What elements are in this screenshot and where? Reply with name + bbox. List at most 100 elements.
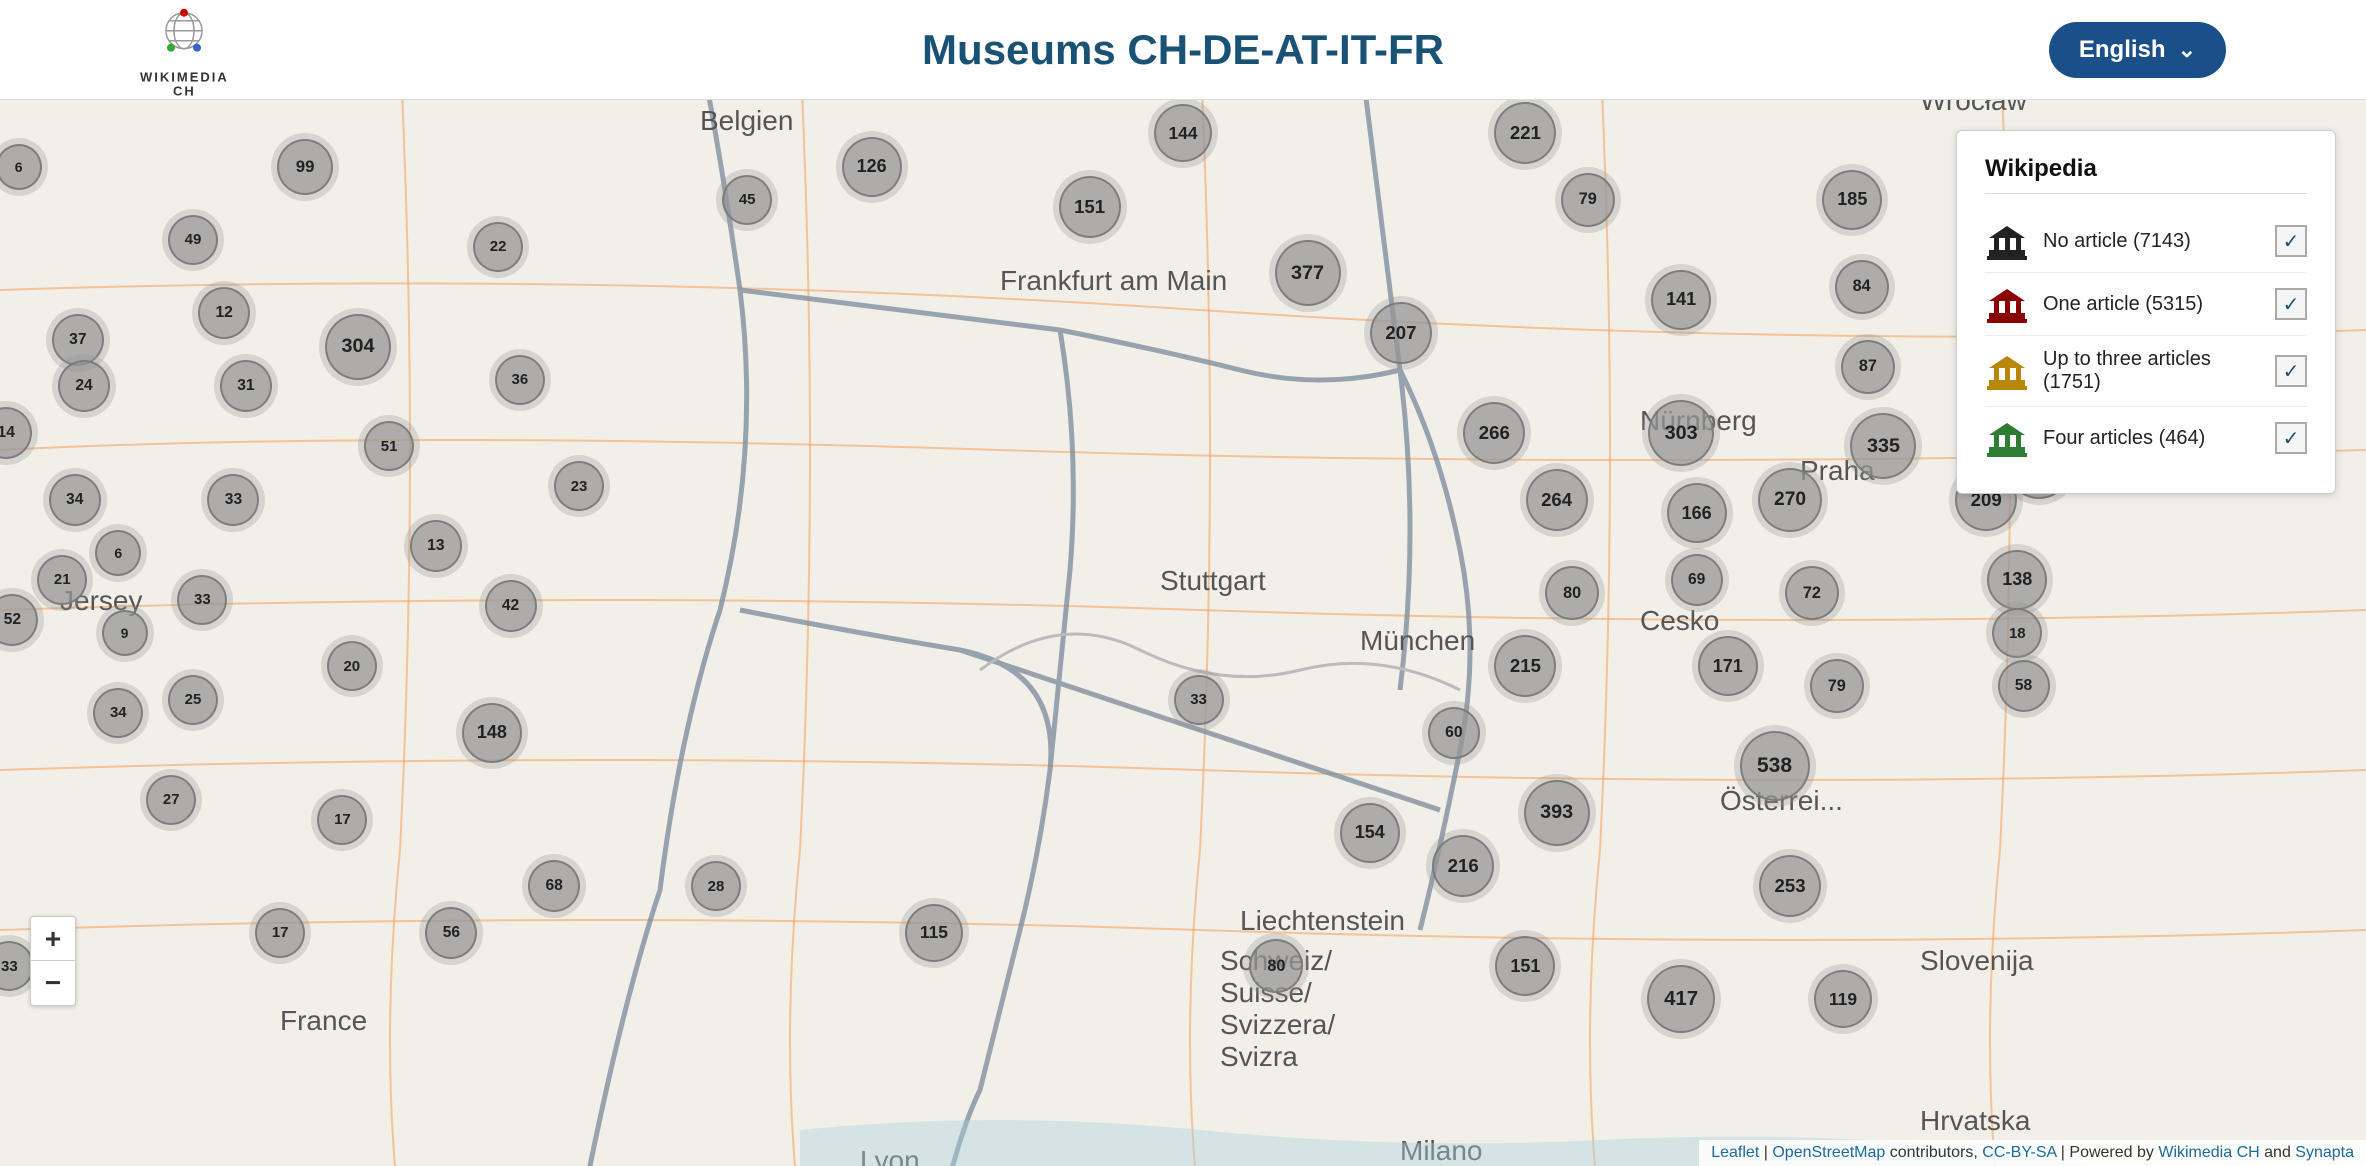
logo-ch: CH: [140, 83, 229, 99]
cluster-marker[interactable]: 151: [1059, 176, 1121, 238]
cluster-marker[interactable]: 21: [37, 555, 87, 605]
cluster-marker[interactable]: 69: [1671, 554, 1723, 606]
legend-check-up-to-three[interactable]: ✓: [2275, 355, 2307, 387]
cluster-marker[interactable]: 22: [473, 222, 523, 272]
cluster-marker[interactable]: 119: [1814, 970, 1872, 1028]
svg-text:Hrvatska: Hrvatska: [1920, 1105, 2031, 1136]
cluster-marker[interactable]: 42: [485, 580, 537, 632]
cluster-marker[interactable]: 393: [1524, 780, 1590, 846]
cluster-marker[interactable]: 58: [1998, 660, 2050, 712]
cluster-marker[interactable]: 171: [1698, 636, 1758, 696]
cluster-marker[interactable]: 9: [102, 610, 148, 656]
cluster-marker[interactable]: 270: [1758, 468, 1822, 532]
cluster-marker[interactable]: 28: [691, 861, 741, 911]
cluster-marker[interactable]: 80: [1249, 939, 1303, 993]
legend-check-four-articles[interactable]: ✓: [2275, 422, 2307, 454]
cluster-marker[interactable]: 99: [277, 139, 333, 195]
cluster-marker[interactable]: 185: [1822, 170, 1882, 230]
cluster-marker[interactable]: 264: [1526, 469, 1588, 531]
cluster-marker[interactable]: 221: [1494, 102, 1556, 164]
museum-icon-green: [1985, 419, 2029, 457]
cluster-marker[interactable]: 207: [1370, 302, 1432, 364]
svg-text:Frankfurt am Main: Frankfurt am Main: [1000, 265, 1227, 296]
cluster-marker[interactable]: 49: [168, 215, 218, 265]
cluster-marker[interactable]: 18: [1992, 608, 2042, 658]
cluster-marker[interactable]: 166: [1667, 483, 1727, 543]
cluster-marker[interactable]: 37: [52, 314, 104, 366]
cluster-marker[interactable]: 377: [1275, 240, 1341, 306]
cluster-marker[interactable]: 335: [1850, 413, 1916, 479]
openstreetmap-link[interactable]: OpenStreetMap: [1772, 1144, 1885, 1161]
ccbysa-link[interactable]: CC-BY-SA: [1982, 1144, 2056, 1161]
attribution-separator-2: | Powered by: [2061, 1144, 2159, 1161]
language-selector[interactable]: English ⌄: [2049, 22, 2226, 78]
cluster-marker[interactable]: 23: [554, 461, 604, 511]
cluster-marker[interactable]: 12: [198, 287, 250, 339]
svg-text:Belgien: Belgien: [700, 105, 793, 136]
legend-check-one-article[interactable]: ✓: [2275, 288, 2307, 320]
chevron-down-icon: ⌄: [2178, 37, 2196, 63]
map-container[interactable]: Frankfurt am Main Belgique Belgien Stutt…: [0, 100, 2366, 1166]
synapta-link[interactable]: Synapta: [2295, 1144, 2354, 1161]
cluster-marker[interactable]: 33: [207, 474, 259, 526]
cluster-marker[interactable]: 538: [1740, 731, 1810, 801]
cluster-marker[interactable]: 31: [220, 360, 272, 412]
cluster-marker[interactable]: 148: [462, 703, 522, 763]
svg-text:Liechtenstein: Liechtenstein: [1240, 905, 1405, 936]
svg-text:Slovenija: Slovenija: [1920, 945, 2034, 976]
cluster-marker[interactable]: 36: [495, 355, 545, 405]
cluster-marker[interactable]: 6: [95, 530, 141, 576]
cluster-marker[interactable]: 216: [1432, 835, 1494, 897]
cluster-marker[interactable]: 17: [255, 908, 305, 958]
cluster-marker[interactable]: 34: [93, 688, 143, 738]
cluster-marker[interactable]: 79: [1561, 173, 1615, 227]
cluster-marker[interactable]: 13: [410, 520, 462, 572]
legend-label-up-to-three: Up to three articles (1751): [2043, 348, 2261, 394]
cluster-marker[interactable]: 56: [425, 907, 477, 959]
attribution-bar: Leaflet | OpenStreetMap contributors, CC…: [1699, 1140, 2366, 1166]
cluster-marker[interactable]: 266: [1463, 402, 1525, 464]
logo-wikimedia: WIKIMEDIA: [140, 70, 229, 83]
cluster-marker[interactable]: 17: [317, 795, 367, 845]
cluster-marker[interactable]: 60: [1428, 707, 1480, 759]
cluster-marker[interactable]: 25: [168, 675, 218, 725]
cluster-marker[interactable]: 304: [325, 314, 391, 380]
cluster-marker[interactable]: 72: [1785, 566, 1839, 620]
cluster-marker[interactable]: 80: [1545, 566, 1599, 620]
museum-icon-red: [1985, 285, 2029, 323]
wikimedia-logo: [149, 0, 219, 70]
cluster-marker[interactable]: 141: [1651, 270, 1711, 330]
legend-label-no-article: No article (7143): [2043, 230, 2261, 253]
cluster-marker[interactable]: 33: [177, 575, 227, 625]
legend-item-one-article: One article (5315) ✓: [1985, 273, 2307, 336]
cluster-marker[interactable]: 215: [1494, 635, 1556, 697]
cluster-marker[interactable]: 253: [1759, 855, 1821, 917]
cluster-marker[interactable]: 45: [722, 175, 772, 225]
cluster-marker[interactable]: 303: [1648, 400, 1714, 466]
cluster-marker[interactable]: 151: [1495, 936, 1555, 996]
cluster-marker[interactable]: 68: [528, 860, 580, 912]
cluster-marker[interactable]: 34: [49, 474, 101, 526]
wikimedia-ch-link[interactable]: Wikimedia CH: [2158, 1144, 2259, 1161]
cluster-marker[interactable]: 33: [1174, 675, 1224, 725]
page-title: Museums CH-DE-AT-IT-FR: [922, 26, 1444, 74]
cluster-marker[interactable]: 138: [1987, 550, 2047, 610]
cluster-marker[interactable]: 115: [905, 904, 963, 962]
cluster-marker[interactable]: 154: [1340, 803, 1400, 863]
zoom-in-button[interactable]: +: [31, 917, 75, 961]
legend-check-no-article[interactable]: ✓: [2275, 225, 2307, 257]
cluster-marker[interactable]: 24: [58, 360, 110, 412]
cluster-marker[interactable]: 417: [1647, 965, 1715, 1033]
zoom-out-button[interactable]: −: [31, 961, 75, 1005]
cluster-marker[interactable]: 84: [1835, 260, 1889, 314]
cluster-marker[interactable]: 27: [146, 775, 196, 825]
cluster-marker[interactable]: 87: [1841, 340, 1895, 394]
cluster-marker[interactable]: 144: [1154, 104, 1212, 162]
cluster-marker[interactable]: 20: [327, 641, 377, 691]
cluster-marker[interactable]: 79: [1810, 659, 1864, 713]
cluster-marker[interactable]: 126: [842, 137, 902, 197]
cluster-marker[interactable]: 51: [364, 421, 414, 471]
museum-icon-gold: [1985, 352, 2029, 390]
leaflet-link[interactable]: Leaflet: [1711, 1144, 1759, 1161]
svg-text:France: France: [280, 1005, 367, 1036]
